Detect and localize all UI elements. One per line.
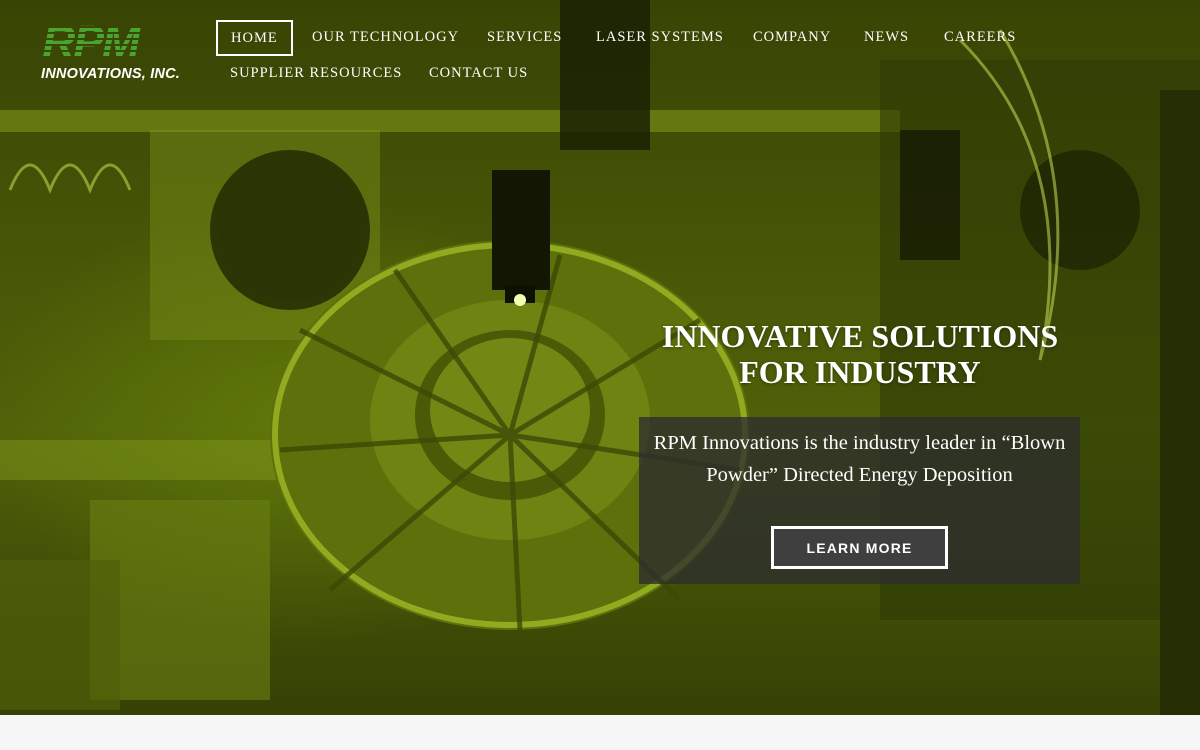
nav-news[interactable]: NEWS	[864, 20, 909, 54]
hero-headline-line-2: FOR INDUSTRY	[739, 354, 981, 390]
nav-careers[interactable]: CAREERS	[944, 20, 1016, 54]
rpm-logo-mark: RPM	[42, 22, 144, 62]
hero-headline: INNOVATIVE SOLUTIONS FOR INDUSTRY	[640, 318, 1080, 390]
hero-section: RPM INNOVATIONS, INC. HOME OUR TECHNOLOG…	[0, 0, 1200, 715]
nav-laser-systems[interactable]: LASER SYSTEMS	[596, 20, 724, 54]
nav-supplier-resources[interactable]: SUPPLIER RESOURCES	[230, 56, 402, 90]
hero-info-box: RPM Innovations is the industry leader i…	[639, 417, 1080, 584]
company-logo[interactable]: RPM INNOVATIONS, INC.	[40, 22, 190, 86]
nav-company[interactable]: COMPANY	[753, 20, 831, 54]
nav-our-technology[interactable]: OUR TECHNOLOGY	[312, 20, 459, 54]
logo-mark-text: RPM	[42, 22, 142, 62]
logo-subtext: INNOVATIONS, INC.	[41, 66, 181, 82]
hero-headline-line-1: INNOVATIVE SOLUTIONS	[661, 318, 1059, 354]
nav-home[interactable]: HOME	[216, 20, 293, 56]
learn-more-button[interactable]: LEARN MORE	[771, 526, 948, 569]
nav-services[interactable]: SERVICES	[487, 20, 562, 54]
page-content-start	[0, 715, 1200, 750]
hero-description: RPM Innovations is the industry leader i…	[653, 432, 1066, 486]
nav-contact-us[interactable]: CONTACT US	[429, 56, 528, 90]
